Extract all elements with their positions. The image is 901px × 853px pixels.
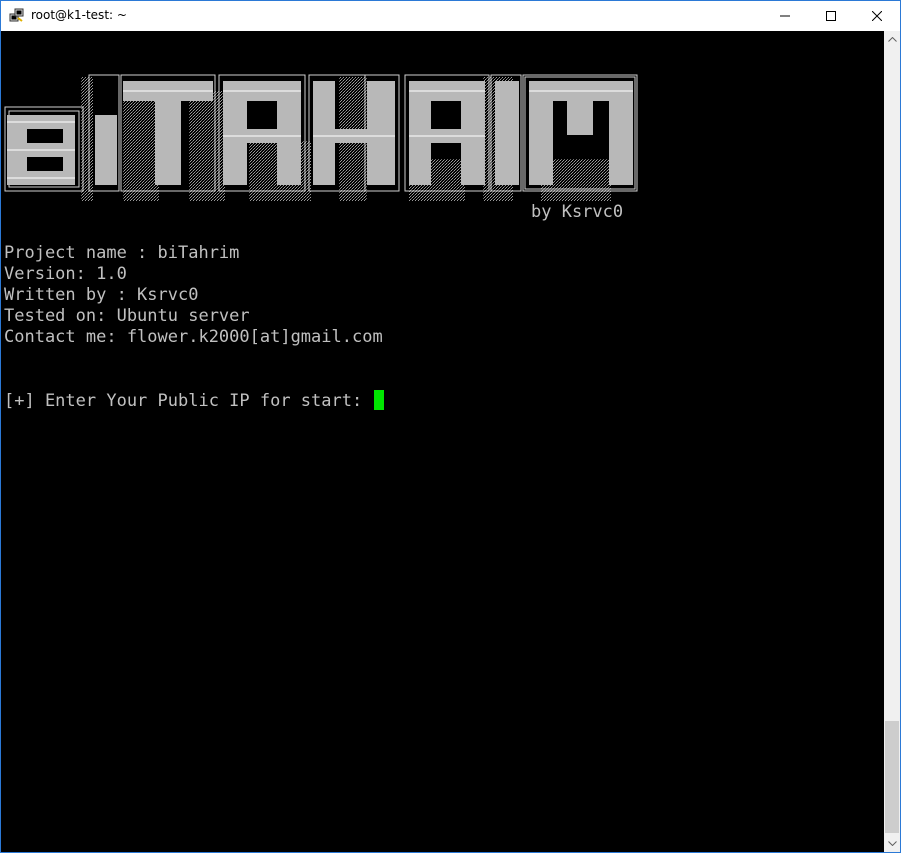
window-title: root@k1-test: ~ [31,8,127,22]
maximize-button[interactable] [808,1,854,31]
chevron-down-icon [887,841,897,846]
terminal-area[interactable]: by Ksrvc0 Project name : biTahrim Versio… [1,31,884,852]
version-line: Version: 1.0 [4,264,127,284]
chevron-up-icon [887,37,897,42]
title-bar[interactable]: root@k1-test: ~ [1,1,900,31]
banner-byline: by Ksrvc0 [531,202,624,222]
terminal-cursor[interactable] [374,390,385,410]
maximize-icon [826,11,836,21]
scroll-up-button[interactable] [884,31,900,48]
ip-prompt-line[interactable]: [+] Enter Your Public IP for start: [4,390,385,412]
scrollbar-thumb[interactable] [885,721,899,833]
tested-line: Tested on: Ubuntu server [4,306,250,326]
vertical-scrollbar[interactable] [884,31,900,852]
contact-line: Contact me: flower.k2000[at]gmail.com [4,327,383,347]
banner-letters [7,81,633,185]
minimize-icon [780,15,790,17]
putty-icon[interactable] [9,8,25,24]
scroll-down-button[interactable] [884,835,900,852]
author-line: Written by : Ksrvc0 [4,285,199,305]
minimize-button[interactable] [762,1,808,31]
ascii-art-banner [4,74,638,201]
close-icon [872,11,882,21]
ip-prompt-text: [+] Enter Your Public IP for start: [4,391,373,411]
close-button[interactable] [854,1,900,31]
putty-window: root@k1-test: ~ by Ksrvc0 Project name:… [0,0,901,853]
project-name-line: Project name : biTahrim [4,243,240,263]
